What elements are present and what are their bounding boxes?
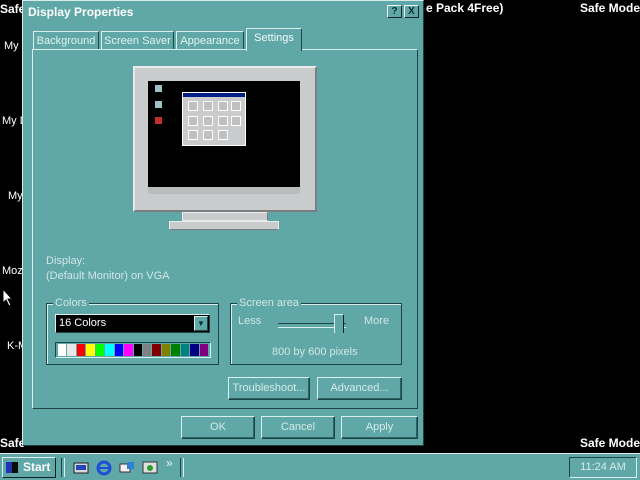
cancel-button[interactable]: Cancel — [261, 416, 335, 439]
mini-folder-icon — [231, 101, 241, 111]
start-button[interactable]: Start — [2, 457, 56, 478]
desktop-icon-label[interactable]: My — [8, 190, 23, 202]
desktop-icon-label[interactable]: My — [4, 40, 19, 52]
mini-desktop-icon — [155, 101, 162, 108]
mini-folder-icon — [188, 130, 198, 140]
taskbar: Start » 11:24 AM — [0, 453, 640, 480]
screen-area-value: 800 by 600 pixels — [272, 346, 358, 358]
display-label: Display: — [46, 255, 86, 267]
slider-more-label: More — [364, 315, 390, 327]
color-swatch — [76, 344, 86, 356]
dialog-title: Display Properties — [28, 5, 134, 19]
color-swatch — [105, 344, 114, 356]
color-swatch — [180, 344, 190, 356]
taskbar-separator — [180, 458, 184, 477]
apply-button[interactable]: Apply — [341, 416, 418, 439]
colors-selected-value: 16 Colors — [59, 317, 107, 329]
slider-less-label: Less — [238, 315, 262, 327]
display-value: (Default Monitor) on VGA — [46, 270, 170, 282]
monitor-neck — [182, 212, 268, 221]
color-swatch — [142, 344, 152, 356]
mini-folder-icon — [188, 116, 198, 126]
tab-appearance[interactable]: Appearance — [176, 31, 244, 50]
internet-explorer-icon[interactable] — [96, 460, 112, 476]
title-bar[interactable]: Display Properties ? X — [25, 3, 421, 22]
colors-dropdown[interactable]: 16 Colors ▼ — [55, 314, 210, 333]
screen-area-slider-thumb[interactable] — [334, 314, 344, 333]
monitor-screen — [148, 81, 300, 194]
mini-folder-icon — [218, 101, 228, 111]
colors-group-label: Colors — [53, 297, 89, 309]
tab-screen-saver[interactable]: Screen Saver — [101, 31, 174, 50]
taskbar-separator — [61, 458, 65, 477]
troubleshoot-button[interactable]: Troubleshoot... — [228, 377, 310, 400]
color-swatch — [67, 344, 76, 356]
color-palette — [55, 342, 211, 358]
quick-launch-chevron[interactable]: » — [166, 456, 173, 470]
color-swatch — [95, 344, 105, 356]
color-swatch — [199, 344, 208, 356]
color-swatch — [161, 344, 171, 356]
mini-taskbar — [148, 187, 300, 194]
color-swatch — [58, 344, 67, 356]
tab-background[interactable]: Background — [33, 31, 99, 50]
outlook-express-icon[interactable] — [119, 460, 135, 476]
screen-area-group-label: Screen area — [237, 297, 301, 309]
color-swatch — [114, 344, 124, 356]
show-desktop-icon[interactable] — [73, 460, 89, 476]
mini-folder-icon — [231, 116, 241, 126]
color-swatch — [152, 344, 161, 356]
desktop-icon-label[interactable]: Moz — [2, 265, 23, 277]
start-label: Start — [23, 460, 51, 474]
mini-folder-icon — [218, 116, 228, 126]
mini-folder-icon — [218, 130, 228, 140]
color-swatch — [124, 344, 133, 356]
windows-logo-icon — [6, 462, 18, 473]
help-button[interactable]: ? — [387, 5, 402, 18]
chevron-down-icon[interactable]: ▼ — [194, 316, 208, 331]
tab-settings[interactable]: Settings — [246, 28, 302, 51]
version-banner: e Pack 4Free) — [426, 1, 504, 15]
advanced-button[interactable]: Advanced... — [317, 377, 402, 400]
mini-folder-icon — [188, 101, 198, 111]
close-button[interactable]: X — [404, 5, 419, 18]
color-swatch — [190, 344, 199, 356]
mini-desktop-icon — [155, 117, 162, 124]
mini-desktop-icon — [155, 85, 162, 92]
monitor-preview — [133, 66, 317, 212]
channels-icon[interactable] — [142, 460, 158, 476]
ok-button[interactable]: OK — [181, 416, 255, 439]
mini-folder-icon — [203, 130, 213, 140]
mini-folder-icon — [203, 116, 213, 126]
color-swatch — [133, 344, 142, 356]
display-properties-dialog: Display Properties ? X Background Screen… — [22, 0, 424, 446]
color-swatch — [171, 344, 180, 356]
mini-folder-icon — [203, 101, 213, 111]
safe-mode-label: Safe Mode — [580, 1, 640, 15]
mini-window — [182, 92, 246, 146]
system-clock: 11:24 AM — [569, 457, 637, 478]
monitor-base — [169, 221, 279, 230]
safe-mode-label: Safe Mode — [580, 436, 640, 450]
mouse-pointer-icon — [2, 288, 14, 307]
color-swatch — [86, 344, 95, 356]
